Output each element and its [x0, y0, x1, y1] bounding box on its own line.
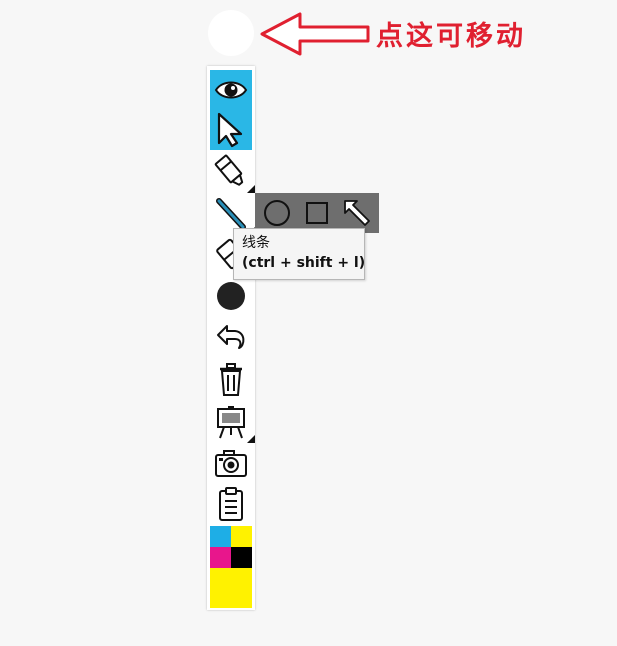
shape-circle-button[interactable] — [259, 195, 295, 231]
submenu-indicator-icon — [247, 435, 255, 443]
shape-arrow-button[interactable] — [339, 195, 375, 231]
swatch-yellow[interactable] — [231, 526, 252, 547]
tool-background[interactable] — [210, 402, 255, 443]
square-shape-icon — [306, 202, 328, 224]
tool-color[interactable] — [210, 276, 252, 316]
tooltip-shortcut: (ctrl + shift + l) — [242, 255, 366, 271]
tool-screenshot[interactable] — [210, 444, 252, 484]
swatch-black[interactable] — [231, 547, 252, 568]
undo-icon — [217, 325, 245, 349]
easel-icon — [217, 406, 245, 439]
tooltip: 线条 (ctrl + shift + l) — [233, 228, 365, 280]
trash-icon — [220, 363, 242, 396]
shape-rectangle-button[interactable] — [299, 195, 335, 231]
vertical-toolbar — [207, 66, 255, 610]
swatch-cyan[interactable] — [210, 526, 231, 547]
marker-icon — [214, 154, 244, 186]
clipboard-icon — [219, 487, 243, 521]
camera-icon — [215, 450, 247, 477]
tool-view[interactable] — [210, 70, 252, 110]
tooltip-title: 线条 — [242, 235, 270, 251]
swatch-magenta[interactable] — [210, 547, 231, 568]
tool-clipboard[interactable] — [210, 484, 252, 524]
annotation-arrow-icon — [260, 12, 370, 56]
shape-submenu — [255, 193, 379, 233]
color-palette — [210, 526, 252, 608]
eye-icon — [214, 81, 248, 99]
tool-undo[interactable] — [210, 318, 252, 358]
swatch-current-color[interactable] — [210, 568, 252, 608]
tool-marker[interactable] — [210, 152, 255, 193]
line-icon — [216, 198, 246, 230]
tool-select[interactable] — [210, 110, 252, 150]
annotation-text: 点这可移动 — [376, 21, 526, 52]
cursor-arrow-icon — [217, 112, 243, 148]
submenu-indicator-icon — [247, 185, 255, 193]
color-circle-icon — [217, 282, 245, 310]
tool-clear[interactable] — [210, 360, 252, 400]
circle-shape-icon — [264, 200, 290, 226]
drag-handle[interactable] — [208, 10, 254, 56]
arrow-shape-icon — [344, 200, 370, 226]
